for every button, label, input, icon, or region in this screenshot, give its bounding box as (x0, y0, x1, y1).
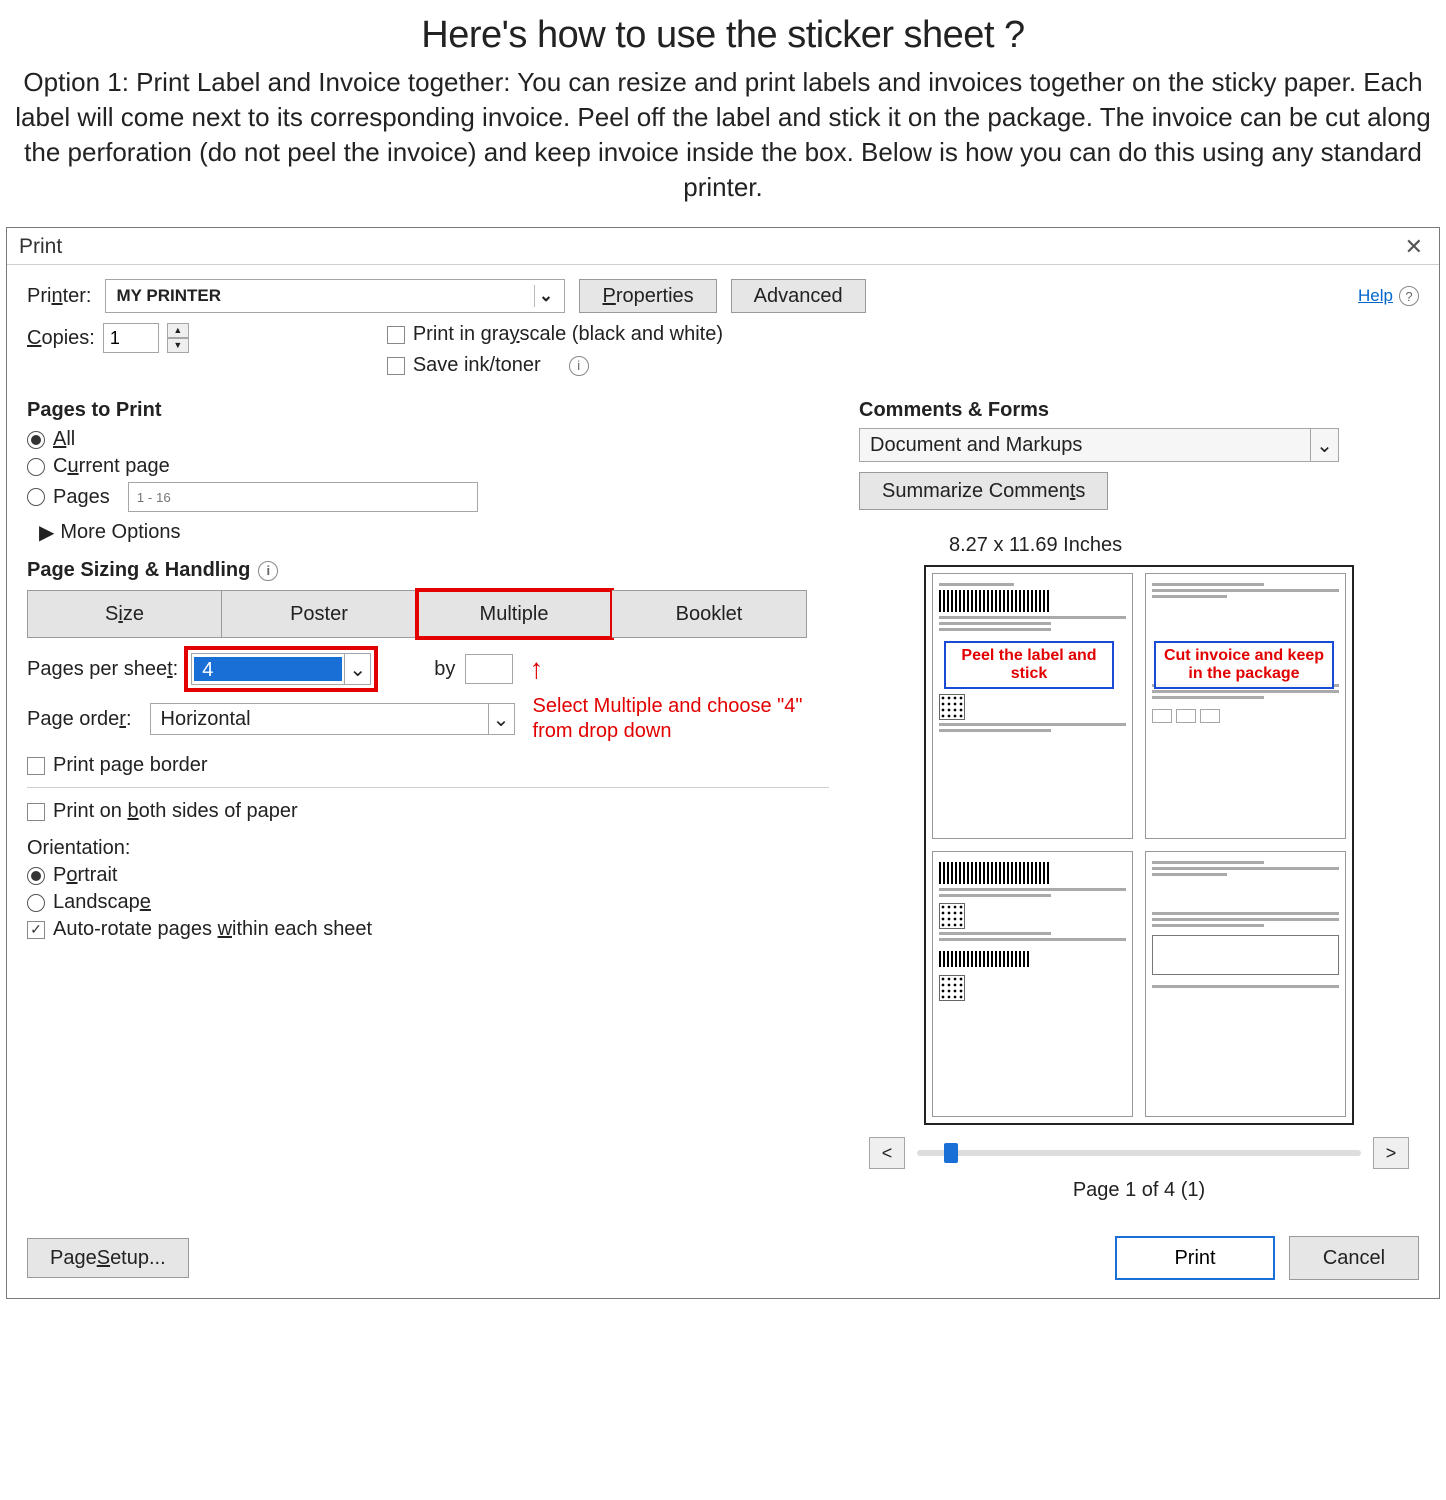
tab-booklet[interactable]: Booklet (612, 590, 807, 638)
chevron-down-icon: ⌄ (344, 654, 370, 684)
orientation-heading: Orientation: (27, 837, 829, 860)
save-ink-checkbox[interactable]: Save ink/toner i (387, 354, 723, 377)
cancel-button[interactable]: Cancel (1289, 1236, 1419, 1280)
help-link[interactable]: Help ? (1358, 286, 1419, 306)
preview-cell (1145, 573, 1346, 839)
by-input[interactable] (465, 654, 513, 684)
radio-icon (27, 431, 45, 449)
arrow-up-icon: ↑ (529, 662, 543, 676)
dialog-titlebar: Print ✕ (7, 228, 1439, 265)
close-icon[interactable]: ✕ (1399, 234, 1429, 260)
article-title: Here's how to use the sticker sheet ? (10, 14, 1436, 57)
radio-icon (27, 458, 45, 476)
page-order-value: Horizontal (161, 708, 251, 731)
info-icon[interactable]: i (258, 561, 278, 581)
pages-range-input[interactable] (128, 482, 478, 512)
by-label: by (434, 658, 455, 681)
chevron-down-icon: ⌄ (1310, 429, 1338, 461)
page-counter: Page 1 of 4 (1) (859, 1179, 1419, 1202)
more-options-toggle[interactable]: ▶ More Options (39, 520, 829, 545)
printer-select[interactable]: MY PRINTER ⌄ (105, 279, 565, 313)
copies-label: Copies: (27, 327, 95, 350)
chevron-down-icon: ⌄ (488, 704, 514, 734)
radio-icon (27, 488, 45, 506)
auto-rotate-checkbox[interactable]: ✓ Auto-rotate pages within each sheet (27, 918, 829, 941)
comments-forms-select[interactable]: Document and Markups ⌄ (859, 428, 1339, 462)
radio-portrait[interactable]: Portrait (27, 864, 829, 887)
preview-next-button[interactable]: > (1373, 1137, 1409, 1169)
pages-per-sheet-select[interactable]: 4 ⌄ (191, 653, 371, 685)
radio-icon (27, 894, 45, 912)
paper-dimensions: 8.27 x 11.69 Inches (949, 534, 1419, 557)
print-page-border-checkbox[interactable]: Print page border (27, 754, 829, 777)
checkbox-icon (27, 803, 45, 821)
pages-per-sheet-value: 4 (194, 657, 342, 681)
tab-size[interactable]: Size (27, 590, 222, 638)
pages-per-sheet-label: Pages per sheet: (27, 658, 178, 681)
preview-cell (932, 851, 1133, 1117)
copies-down-button[interactable]: ▼ (167, 338, 189, 353)
checkbox-checked-icon: ✓ (27, 921, 45, 939)
slider-thumb-icon (944, 1143, 958, 1163)
dialog-title: Print (19, 235, 62, 259)
chevron-down-icon: ⌄ (534, 285, 556, 307)
radio-landscape[interactable]: Landscape (27, 891, 829, 914)
checkbox-icon (387, 357, 405, 375)
comments-forms-value: Document and Markups (870, 434, 1082, 457)
preview-cell (1145, 851, 1346, 1117)
summarize-comments-button[interactable]: Summarize Comments (859, 472, 1108, 510)
page-order-select[interactable]: Horizontal ⌄ (150, 703, 515, 735)
preview-prev-button[interactable]: < (869, 1137, 905, 1169)
radio-current[interactable]: Current page (27, 455, 829, 478)
page-order-label: Page order: (27, 708, 132, 731)
copies-input[interactable] (103, 323, 159, 353)
pages-to-print-heading: Pages to Print (27, 399, 829, 422)
print-button[interactable]: Print (1115, 1236, 1275, 1280)
preview-annotation-left: Peel the label and stick (944, 641, 1114, 689)
printer-value: MY PRINTER (116, 286, 221, 306)
page-setup-button[interactable]: Page Setup... (27, 1238, 189, 1278)
callout-annotation: Select Multiple and choose "4" from drop… (533, 694, 823, 744)
print-dialog: Print ✕ Printer: MY PRINTER ⌄ Properties… (6, 227, 1440, 1299)
both-sides-checkbox[interactable]: Print on both sides of paper (27, 800, 829, 823)
radio-all[interactable]: All (27, 428, 829, 451)
radio-icon (27, 867, 45, 885)
comments-heading: Comments & Forms (859, 399, 1419, 422)
radio-pages[interactable]: Pages (27, 482, 829, 512)
info-icon[interactable]: i (569, 356, 589, 376)
print-preview: Peel the label and stick Cut invoice and… (924, 565, 1354, 1125)
tab-poster[interactable]: Poster (222, 590, 417, 638)
article-paragraph: Option 1: Print Label and Invoice togeth… (10, 65, 1436, 205)
triangle-right-icon: ▶ (39, 520, 54, 545)
grayscale-checkbox[interactable]: Print in grayscale (black and white) (387, 323, 723, 346)
preview-annotation-right: Cut invoice and keep in the package (1154, 641, 1334, 689)
zoom-slider[interactable] (917, 1150, 1361, 1156)
tab-multiple[interactable]: Multiple (417, 590, 612, 638)
properties-button[interactable]: Properties (579, 279, 716, 313)
checkbox-icon (387, 326, 405, 344)
printer-label: Printer: (27, 285, 91, 308)
copies-up-button[interactable]: ▲ (167, 323, 189, 338)
preview-cell (932, 573, 1133, 839)
checkbox-icon (27, 757, 45, 775)
sizing-heading: Page Sizing & Handling i (27, 559, 829, 582)
advanced-button[interactable]: Advanced (731, 279, 866, 313)
help-icon: ? (1399, 286, 1419, 306)
